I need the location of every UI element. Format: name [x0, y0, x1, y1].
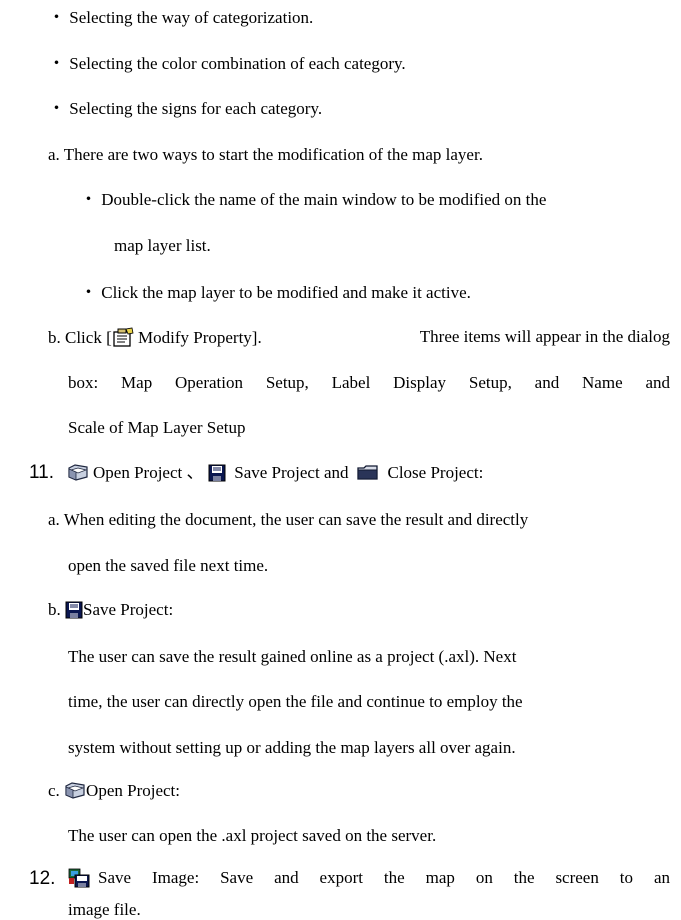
- bullet-item: ・ Selecting the signs for each category.: [48, 99, 323, 118]
- save-project-label: Save Project and: [234, 463, 349, 482]
- section-12-title-cont: image file.: [68, 900, 141, 919]
- section-12-heading: 12. Save Image: Save and export the map …: [29, 868, 670, 889]
- bullet-item: ・ Selecting the way of categorization.: [48, 8, 314, 27]
- modify-property-label: Modify Property].: [138, 328, 262, 347]
- open-project-icon: [64, 780, 86, 800]
- save-project-icon: [208, 464, 226, 482]
- section-11-heading: 11. Open Project 、 Save Project and Clos…: [29, 462, 483, 483]
- step-b-line3: Scale of Map Layer Setup: [68, 418, 246, 437]
- close-project-icon: [357, 464, 379, 482]
- step-b-line2: box: Map Operation Setup, Label Display …: [68, 373, 670, 392]
- sub-bullet-1-cont: map layer list.: [114, 236, 211, 255]
- save-project-icon: [65, 601, 83, 619]
- modify-property-icon: [112, 327, 134, 347]
- step-text: Click [: [65, 328, 112, 347]
- step-text: Three items will appear in the dialog: [419, 327, 670, 346]
- save-image-icon: [68, 868, 90, 888]
- sub-bullet-1: ・ Double-click the name of the main wind…: [80, 190, 547, 209]
- step-b: b. Click [ Modify Property]. Three items…: [48, 327, 670, 348]
- step-text: There are two ways to start the modifica…: [63, 145, 483, 164]
- section-11-c: c. Open Project:: [48, 780, 180, 800]
- section-11-b-line2: time, the user can directly open the fil…: [68, 692, 523, 711]
- section-number: 11.: [29, 462, 55, 483]
- section-11-b-line1: The user can save the result gained onli…: [68, 647, 517, 666]
- sub-bullet-2: ・ Click the map layer to be modified and…: [80, 283, 471, 302]
- open-project-label: Open Project 、: [93, 463, 204, 482]
- section-11-c-line1: The user can open the .axl project saved…: [68, 826, 437, 845]
- step-label: b.: [48, 328, 61, 347]
- bullet-item: ・ Selecting the color combination of eac…: [48, 54, 406, 73]
- open-project-icon: [67, 462, 89, 482]
- section-12-title: Save Image: Save and export the map on t…: [98, 868, 670, 887]
- close-project-label: Close Project:: [387, 463, 484, 482]
- section-number: 12.: [29, 868, 56, 889]
- section-11-a-cont: open the saved file next time.: [68, 556, 269, 575]
- section-11-b-line3: system without setting up or adding the …: [68, 738, 516, 757]
- section-11-a: a. When editing the document, the user c…: [48, 510, 529, 529]
- step-label: a.: [48, 145, 60, 164]
- section-11-b: b. Save Project:: [48, 600, 174, 619]
- step-a: a. There are two ways to start the modif…: [48, 145, 483, 165]
